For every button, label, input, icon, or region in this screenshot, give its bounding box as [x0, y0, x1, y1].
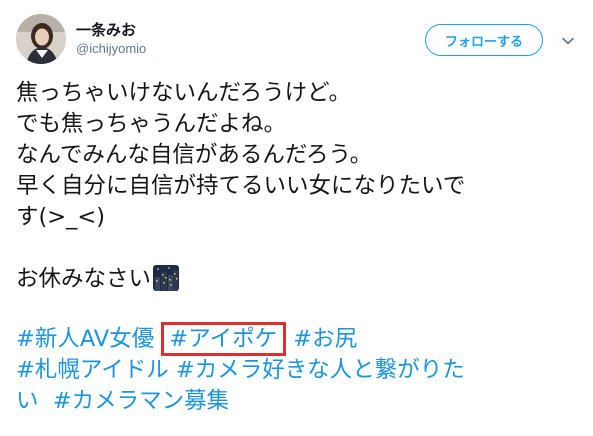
hashtag-link[interactable]: #新人AV女優	[16, 326, 154, 352]
tweet-line: す(>_<)	[16, 204, 106, 230]
tweet-line: なんでみんな自信があるんだろう。	[16, 142, 373, 168]
tweet-line: でも焦っちゃうんだよね。	[16, 111, 287, 137]
tweet-line: 焦っちゃいけないんだろうけど。	[16, 80, 352, 106]
hashtag-link-highlighted[interactable]: #アイポケ	[161, 322, 287, 356]
user-handle[interactable]: @ichijyomio	[76, 41, 146, 56]
hashtag-link[interactable]: #カメラ好きな人と繋がりた	[176, 357, 465, 383]
hashtag-block: #新人AV女優 #アイポケ #お尻 #札幌アイドル #カメラ好きな人と繋がりた …	[16, 322, 578, 417]
closing-line: お休みなさい	[16, 264, 578, 295]
avatar[interactable]	[16, 14, 66, 64]
hashtag-line: い #カメラマン募集	[16, 386, 578, 417]
closing-text: お休みなさい	[16, 266, 152, 292]
display-name[interactable]: 一条みお	[76, 19, 136, 40]
hashtag-line: #札幌アイドル #カメラ好きな人と繋がりた	[16, 355, 578, 386]
hashtag-line: #新人AV女優 #アイポケ #お尻	[16, 322, 578, 356]
hashtag-link[interactable]: #札幌アイドル	[16, 357, 169, 383]
night-city-emoji	[153, 265, 180, 291]
tweet-text: 焦っちゃいけないんだろうけど。 でも焦っちゃうんだよね。 なんでみんな自信がある…	[16, 78, 578, 417]
hashtag-link[interactable]: #お尻	[293, 326, 357, 352]
follow-button[interactable]: フォローする	[425, 24, 543, 56]
hashtag-link-continued[interactable]: い	[16, 388, 39, 414]
tweet-line: 早く自分に自信が持てるいい女になりたいで	[16, 173, 466, 199]
hashtag-link[interactable]: #カメラマン募集	[53, 388, 229, 414]
chevron-down-icon[interactable]	[560, 33, 576, 49]
